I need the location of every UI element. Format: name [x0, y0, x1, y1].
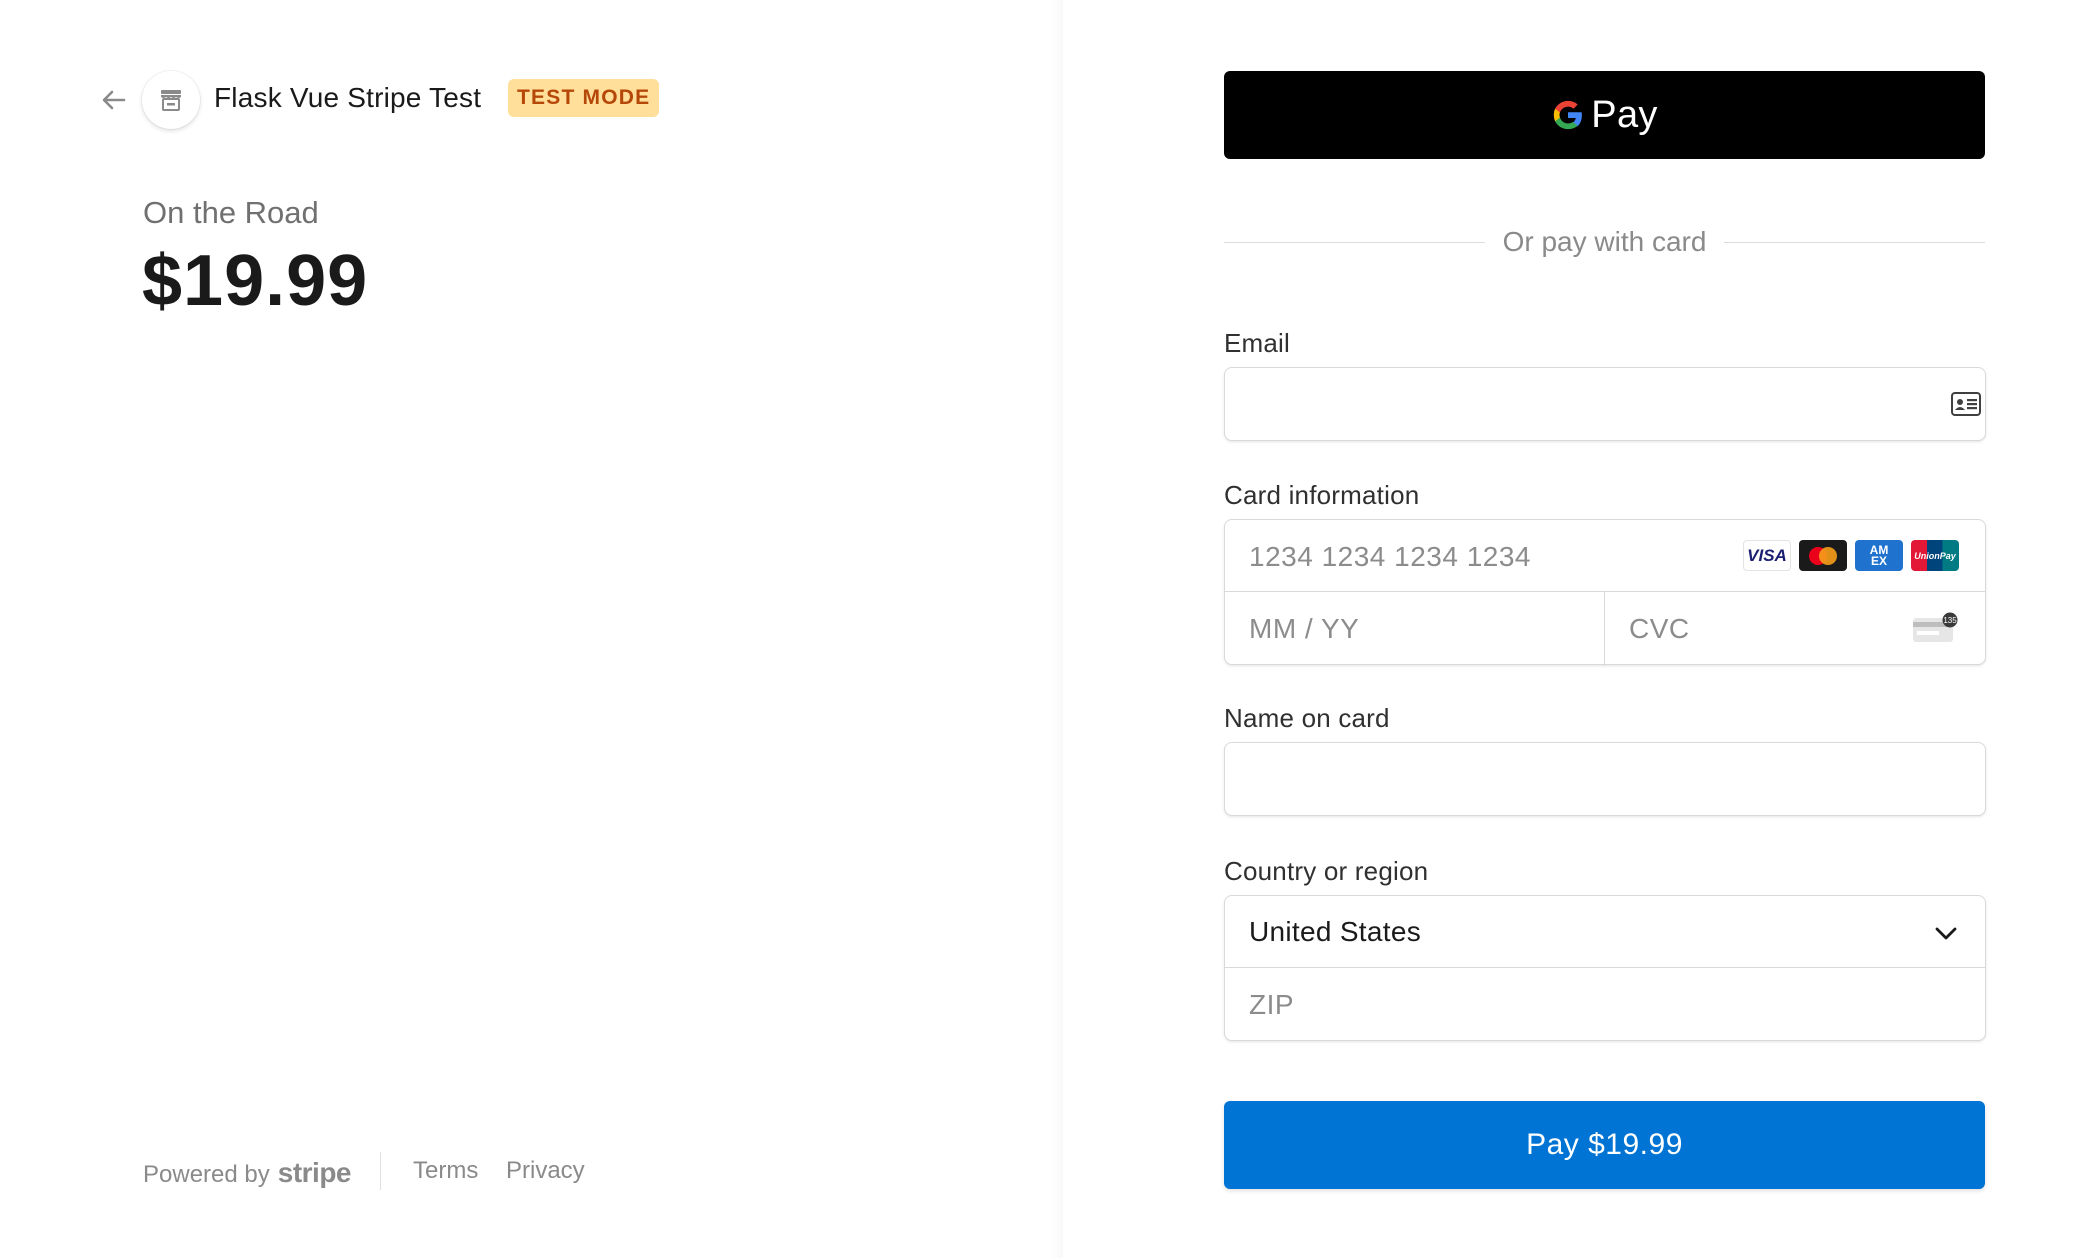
mastercard-icon [1799, 540, 1847, 571]
terms-link[interactable]: Terms [413, 1157, 478, 1185]
email-label: Email [1224, 328, 1291, 358]
cvc-card-icon: 135 [1913, 612, 1958, 642]
powered-by-text: Powered by [143, 1161, 270, 1188]
store-avatar [142, 71, 200, 129]
or-pay-divider: Or pay with card [1224, 222, 1986, 262]
expiry-input[interactable]: MM / YY [1225, 592, 1604, 666]
product-name: On the Road [143, 195, 319, 230]
name-on-card-field[interactable] [1224, 742, 1986, 816]
visa-icon: VISA [1743, 540, 1791, 571]
contact-card-icon [1951, 392, 1981, 416]
order-summary-panel [0, 0, 1063, 1258]
card-number-placeholder: 1234 1234 1234 1234 [1249, 541, 1531, 572]
card-expiry-cvc-row: MM / YY CVC 135 [1225, 592, 1985, 666]
card-brand-logos: VISA AM EX UnionPay [1743, 540, 1959, 571]
divider-line-left [1224, 241, 1485, 243]
amex-icon: AM EX [1855, 540, 1903, 571]
powered-by[interactable]: Powered by stripe [143, 1157, 352, 1189]
or-pay-text: Or pay with card [1502, 226, 1707, 257]
google-g-icon [1554, 100, 1583, 130]
card-info-label: Card information [1224, 480, 1420, 510]
product-price: $19.99 [142, 241, 369, 321]
country-select[interactable]: United States [1225, 896, 1985, 968]
google-pay-button[interactable]: Pay [1224, 71, 1985, 159]
country-label: Country or region [1224, 856, 1429, 886]
pay-button-label: Pay $19.99 [1526, 1128, 1683, 1161]
zip-input[interactable]: ZIP [1225, 968, 1985, 1042]
pay-button[interactable]: Pay $19.99 [1224, 1101, 1985, 1189]
zip-placeholder: ZIP [1249, 989, 1295, 1020]
google-pay-label: Pay [1591, 93, 1658, 136]
stripe-logo: stripe [277, 1157, 352, 1188]
test-mode-badge: TEST MODE [508, 79, 660, 117]
country-zip-field: United States ZIP [1224, 895, 1986, 1041]
country-value: United States [1249, 916, 1421, 947]
merchant-name: Flask Vue Stripe Test [214, 82, 482, 113]
storefront-icon [161, 90, 181, 111]
footer-separator [380, 1152, 381, 1190]
name-on-card-input[interactable] [1225, 743, 1985, 815]
email-input[interactable] [1225, 368, 1985, 440]
chevron-down-icon [1935, 927, 1957, 940]
card-info-field: 1234 1234 1234 1234 VISA AM EX UnionPay M… [1224, 519, 1986, 666]
expiry-placeholder: MM / YY [1249, 613, 1360, 644]
unionpay-icon: UnionPay [1911, 540, 1959, 571]
back-arrow-icon[interactable] [98, 84, 130, 116]
divider-line-right [1724, 241, 1986, 243]
card-number-input[interactable]: 1234 1234 1234 1234 VISA AM EX UnionPay [1225, 520, 1985, 592]
name-label: Name on card [1224, 703, 1390, 733]
privacy-link[interactable]: Privacy [506, 1157, 585, 1185]
email-field[interactable] [1224, 367, 1986, 441]
cvc-placeholder: CVC [1629, 613, 1690, 644]
cvc-input[interactable]: CVC 135 [1605, 592, 1985, 666]
cvc-icon-text: 135 [1943, 616, 1957, 625]
